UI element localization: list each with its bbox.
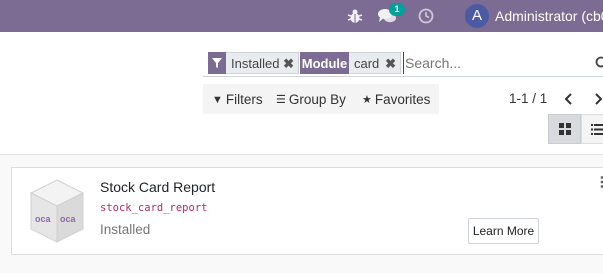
search-facet-installed: Installed ✖ <box>208 52 299 74</box>
svg-text:oca: oca <box>35 214 52 224</box>
pager-value[interactable]: 1-1 / 1 <box>509 91 547 106</box>
bars-icon: ☰ <box>276 94 286 106</box>
kanban-view-icon <box>558 123 571 135</box>
star-icon: ★ <box>362 94 372 106</box>
module-card[interactable]: oca oca Stock Card Report stock_card_rep… <box>11 167 603 255</box>
kanban-view-button[interactable] <box>548 114 581 144</box>
close-icon[interactable]: ✖ <box>283 56 294 72</box>
favorites-button[interactable]: ★ Favorites <box>362 92 430 107</box>
search-input[interactable] <box>403 52 588 74</box>
oca-module-icon: oca oca <box>29 179 85 243</box>
search-options-bar: ▼ Filters ☰ Group By ★ Favorites <box>203 84 439 114</box>
group-by-button[interactable]: ☰ Group By <box>276 92 346 107</box>
svg-text:oca: oca <box>60 214 77 224</box>
clock-icon[interactable] <box>418 8 434 24</box>
facet-value: Installed <box>231 55 280 71</box>
search-bar: Installed ✖ Module card ✖ <box>203 49 603 77</box>
facet-value-container: card ✖ <box>349 52 401 74</box>
user-avatar[interactable]: A <box>465 4 489 28</box>
close-icon[interactable]: ✖ <box>385 56 396 72</box>
filters-button[interactable]: ▼ Filters <box>212 92 263 107</box>
chevron-left-icon[interactable] <box>561 90 577 108</box>
learn-more-button[interactable]: Learn More <box>468 218 539 244</box>
list-view-button[interactable] <box>581 114 603 144</box>
filters-label: Filters <box>225 92 263 107</box>
group-by-label: Group By <box>288 92 346 107</box>
filter-icon <box>208 52 226 74</box>
module-name: Stock Card Report <box>100 179 216 195</box>
filter-icon: ▼ <box>212 93 223 106</box>
list-view-icon <box>591 123 603 135</box>
facet-value: card <box>354 55 380 71</box>
module-status: Installed <box>100 222 151 237</box>
message-count-badge: 1 <box>389 3 405 16</box>
favorites-label: Favorites <box>374 92 431 107</box>
user-menu[interactable]: Administrator (cb04 <box>495 8 603 24</box>
facet-label: Module <box>300 52 349 74</box>
module-technical-name: stock_card_report <box>100 202 208 214</box>
top-navbar: 1 A Administrator (cb04 <box>0 0 603 32</box>
bug-icon[interactable] <box>346 7 364 25</box>
facet-value-container: Installed ✖ <box>226 52 299 74</box>
chevron-right-icon[interactable] <box>590 90 603 108</box>
search-icon[interactable] <box>595 56 603 70</box>
search-facet-module: Module card ✖ <box>300 52 401 74</box>
control-panel: Installed ✖ Module card ✖ ▼ Filters ☰ Gr… <box>0 32 603 155</box>
